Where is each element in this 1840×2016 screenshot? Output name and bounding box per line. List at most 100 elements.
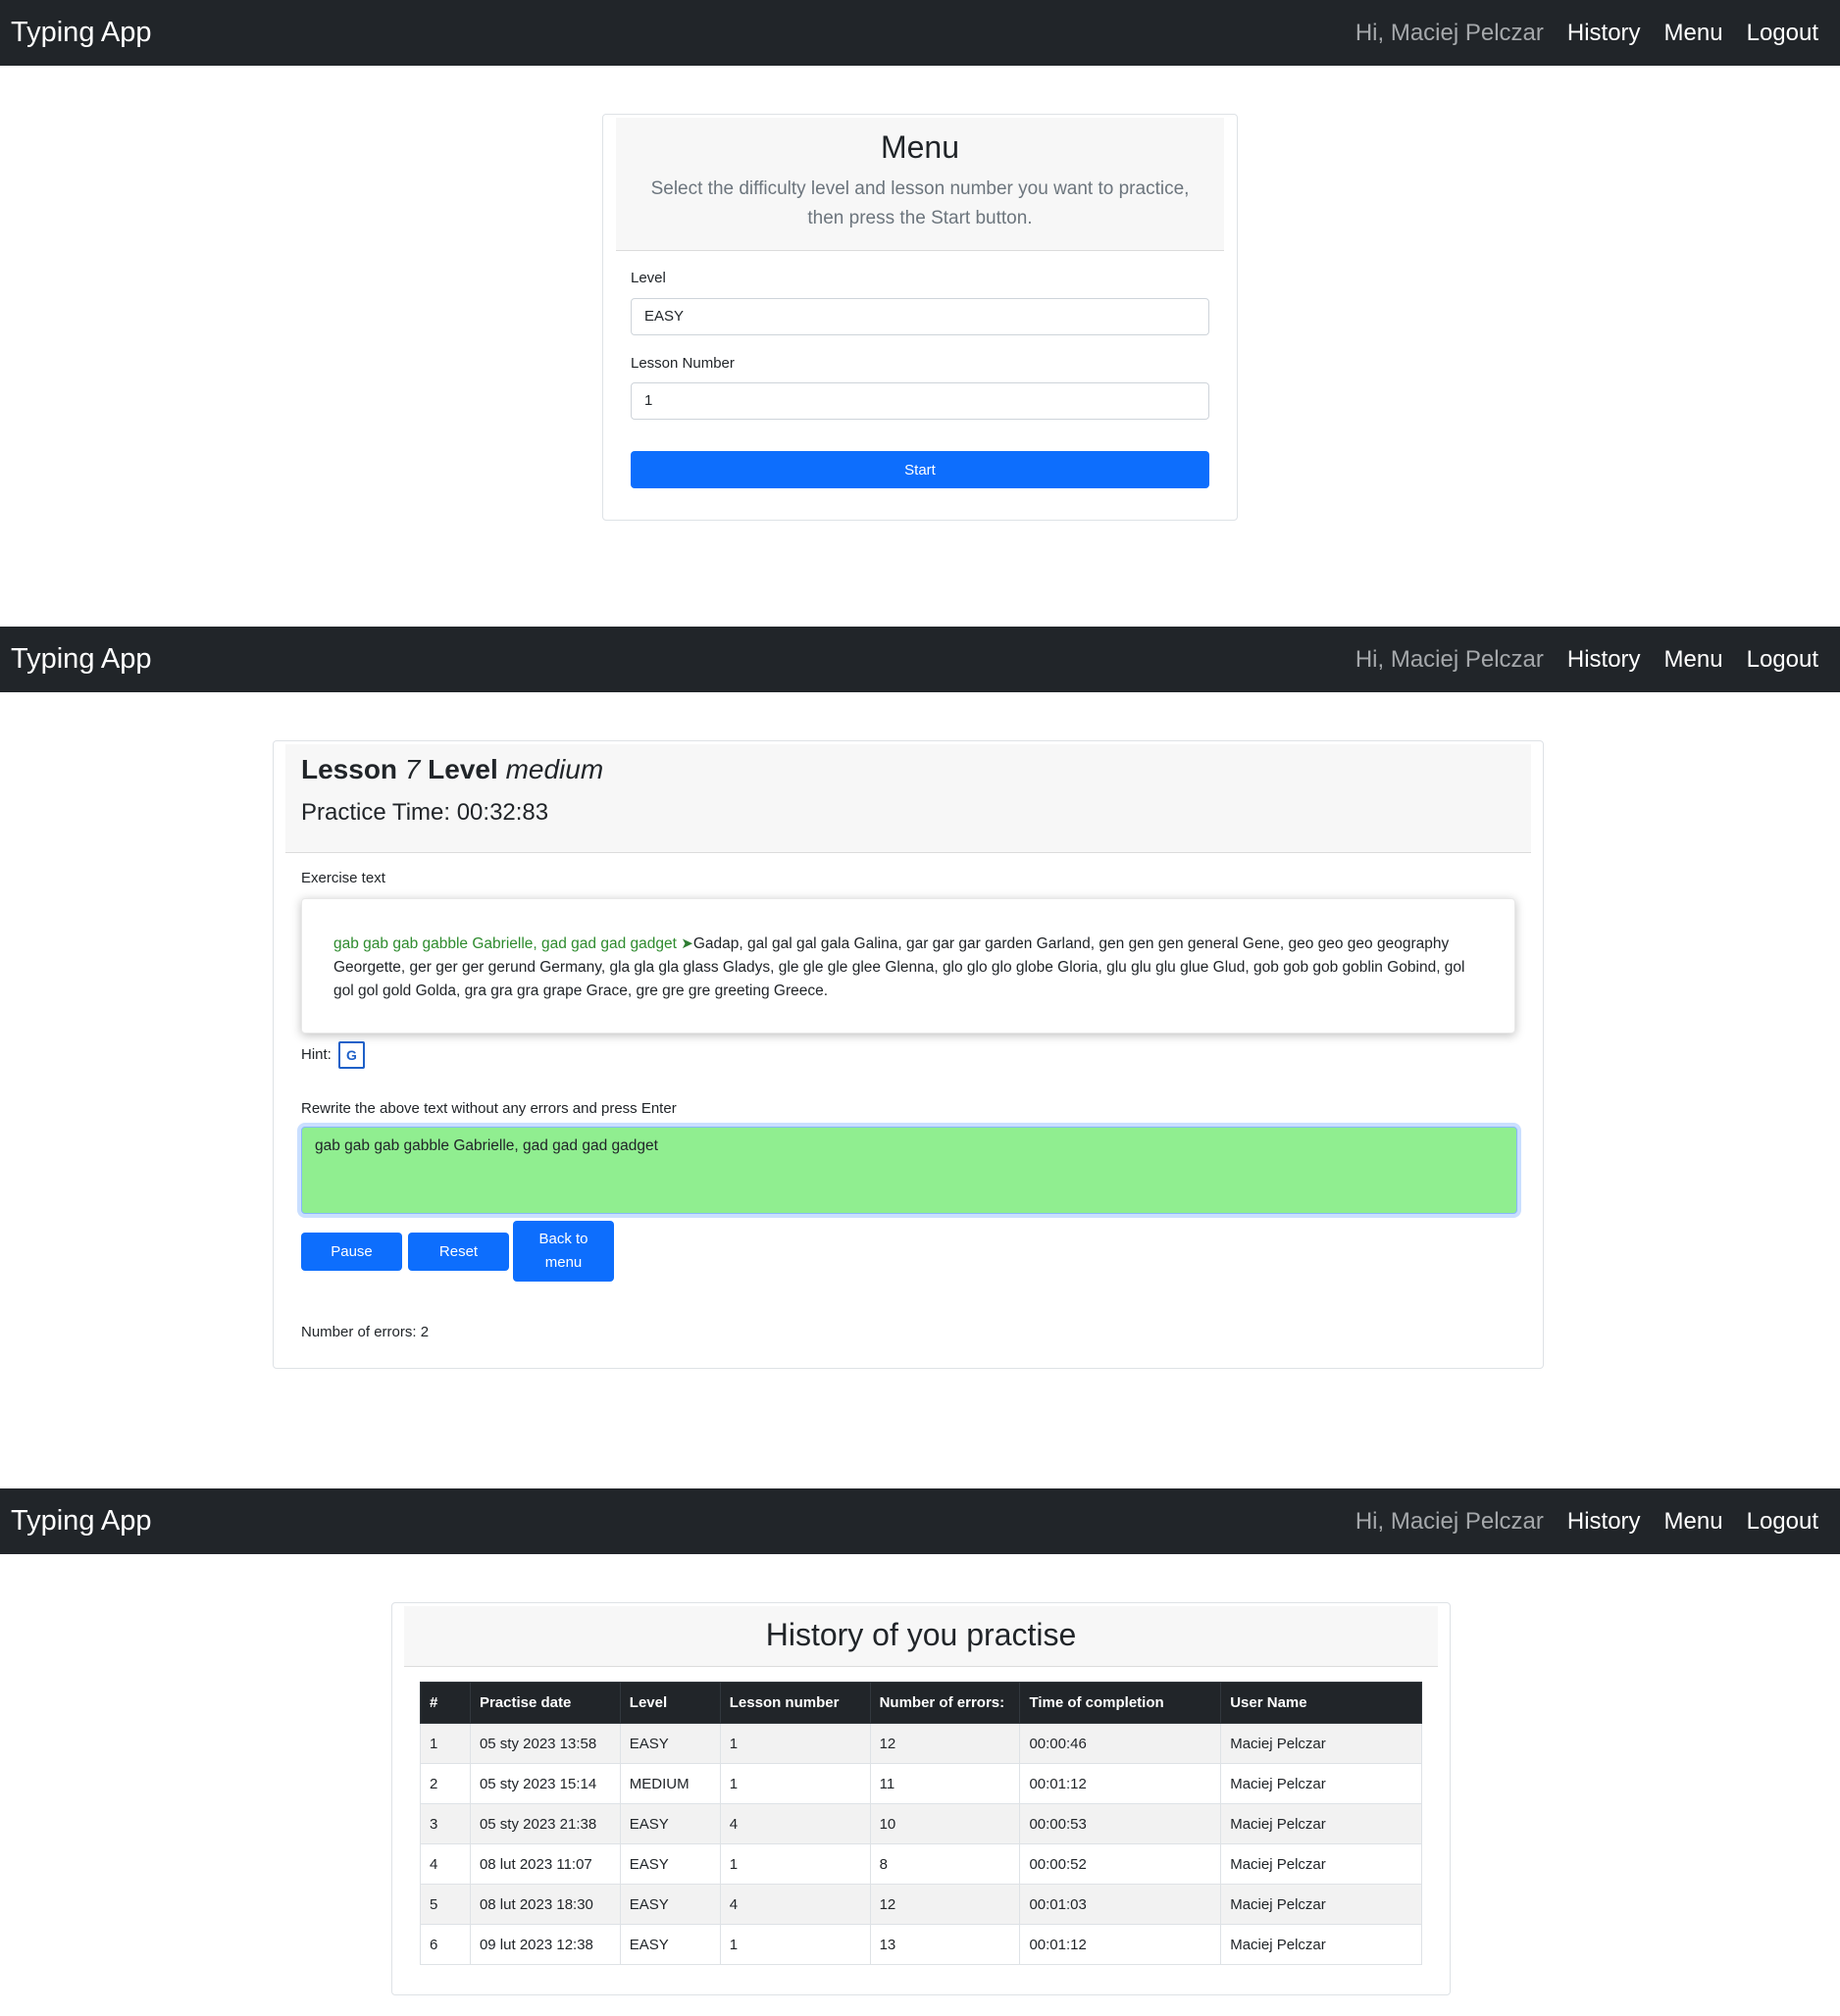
nav-greeting: Hi, Maciej Pelczar: [1354, 19, 1544, 46]
exercise-typed-text: gab gab gab gabble Gabrielle, gad gad ga…: [333, 935, 677, 952]
table-cell: 00:01:12: [1019, 1924, 1222, 1965]
table-cell: 1: [719, 1924, 871, 1965]
lesson-number: 7: [404, 754, 421, 784]
lesson-number-label: Lesson Number: [631, 355, 735, 372]
lesson-title-prefix: Lesson: [301, 754, 398, 784]
nav-link-logout[interactable]: Logout: [1747, 20, 1818, 47]
nav-right: Hi, Maciej Pelczar History Menu Logout: [1355, 1488, 1818, 1554]
menu-header: Menu Select the difficulty level and les…: [616, 118, 1224, 251]
column-header: Lesson number: [719, 1682, 871, 1724]
table-cell: 05 sty 2023 15:14: [469, 1763, 621, 1804]
table-row: 3 05 sty 2023 21:38 EASY 4 10 00:00:53 M…: [420, 1803, 1422, 1844]
table-cell: 5: [420, 1884, 471, 1925]
column-header: User Name: [1220, 1682, 1422, 1724]
history-card: History of you practise # Practise date …: [391, 1602, 1451, 1995]
cursor-arrow-icon: ➤: [681, 935, 693, 952]
brand[interactable]: Typing App: [11, 1488, 152, 1554]
table-cell: EASY: [619, 1723, 721, 1764]
hint-key: G: [338, 1041, 365, 1069]
table-cell: 00:01:12: [1019, 1763, 1222, 1804]
table-cell: 12: [869, 1723, 1021, 1764]
table-cell: Maciej Pelczar: [1220, 1843, 1422, 1885]
table-cell: 1: [420, 1723, 471, 1764]
table-cell: 08 lut 2023 11:07: [469, 1843, 621, 1885]
nav-link-history[interactable]: History: [1567, 646, 1641, 674]
table-cell: 1: [719, 1723, 871, 1764]
table-cell: 00:00:46: [1019, 1723, 1222, 1764]
table-cell: 10: [869, 1803, 1021, 1844]
nav-link-menu[interactable]: Menu: [1664, 1508, 1723, 1536]
reset-button[interactable]: Reset: [408, 1233, 509, 1271]
table-cell: 11: [869, 1763, 1021, 1804]
table-cell: MEDIUM: [619, 1763, 721, 1804]
menu-description: Select the difficulty level and lesson n…: [650, 178, 1190, 228]
table-row: 1 05 sty 2023 13:58 EASY 1 12 00:00:46 M…: [420, 1723, 1422, 1764]
table-cell: EASY: [619, 1924, 721, 1965]
table-cell: 1: [719, 1843, 871, 1885]
table-cell: 6: [420, 1924, 471, 1965]
table-cell: Maciej Pelczar: [1220, 1723, 1422, 1764]
table-cell: 4: [420, 1843, 471, 1885]
column-header: Level: [619, 1682, 721, 1724]
table-cell: 05 sty 2023 21:38: [469, 1803, 621, 1844]
pause-button[interactable]: Pause: [301, 1233, 402, 1271]
nav-greeting: Hi, Maciej Pelczar: [1354, 1507, 1544, 1535]
hint-label: Hint:: [301, 1046, 332, 1063]
history-header: History of you practise: [404, 1606, 1438, 1667]
exercise-text-box: gab gab gab gabble Gabrielle, gad gad ga…: [301, 898, 1515, 1033]
back-to-menu-button[interactable]: Back to menu: [513, 1221, 614, 1282]
table-cell: 1: [719, 1763, 871, 1804]
table-cell: EASY: [619, 1803, 721, 1844]
history-table: # Practise date Level Lesson number Numb…: [420, 1682, 1422, 1965]
nav-greeting: Hi, Maciej Pelczar: [1354, 645, 1544, 673]
table-cell: 09 lut 2023 12:38: [469, 1924, 621, 1965]
nav-link-history[interactable]: History: [1567, 1508, 1641, 1536]
typing-textarea[interactable]: gab gab gab gabble Gabrielle, gad gad ga…: [301, 1127, 1517, 1214]
navbar: Typing App Hi, Maciej Pelczar History Me…: [0, 1488, 1840, 1554]
brand[interactable]: Typing App: [11, 627, 152, 692]
table-cell: 08 lut 2023 18:30: [469, 1884, 621, 1925]
level-label: Level: [631, 270, 666, 286]
column-header: Time of completion: [1019, 1682, 1222, 1724]
navbar: Typing App Hi, Maciej Pelczar History Me…: [0, 0, 1840, 66]
table-cell: 13: [869, 1924, 1021, 1965]
table-cell: 00:00:52: [1019, 1843, 1222, 1885]
lesson-title: Lesson 7 Level medium: [301, 754, 603, 785]
table-cell: 12: [869, 1884, 1021, 1925]
nav-link-menu[interactable]: Menu: [1664, 20, 1723, 47]
lesson-level-word: Level: [428, 754, 498, 784]
rewrite-label: Rewrite the above text without any error…: [301, 1100, 677, 1117]
table-cell: EASY: [619, 1884, 721, 1925]
nav-right: Hi, Maciej Pelczar History Menu Logout: [1355, 0, 1818, 66]
nav-link-menu[interactable]: Menu: [1664, 646, 1723, 674]
table-cell: Maciej Pelczar: [1220, 1924, 1422, 1965]
nav-link-logout[interactable]: Logout: [1747, 646, 1818, 674]
column-header: #: [420, 1682, 471, 1724]
table-cell: Maciej Pelczar: [1220, 1763, 1422, 1804]
table-cell: 00:01:03: [1019, 1884, 1222, 1925]
table-cell: 3: [420, 1803, 471, 1844]
table-row: 2 05 sty 2023 15:14 MEDIUM 1 11 00:01:12…: [420, 1763, 1422, 1804]
practice-time: Practice Time: 00:32:83: [301, 799, 549, 826]
table-cell: EASY: [619, 1843, 721, 1885]
error-count: Number of errors: 2: [301, 1324, 430, 1340]
lesson-card: Lesson 7 Level medium Practice Time: 00:…: [273, 740, 1544, 1369]
nav-link-history[interactable]: History: [1567, 20, 1641, 47]
menu-card: Menu Select the difficulty level and les…: [602, 114, 1238, 521]
brand[interactable]: Typing App: [11, 0, 152, 66]
lesson-number-input[interactable]: 1: [631, 382, 1209, 420]
exercise-text-label: Exercise text: [301, 870, 385, 886]
level-select[interactable]: EASY: [631, 298, 1209, 335]
lesson-header: Lesson 7 Level medium Practice Time: 00:…: [285, 744, 1531, 853]
nav-link-logout[interactable]: Logout: [1747, 1508, 1818, 1536]
table-cell: 00:00:53: [1019, 1803, 1222, 1844]
lesson-level-value: medium: [505, 754, 604, 784]
table-cell: Maciej Pelczar: [1220, 1884, 1422, 1925]
table-row: 5 08 lut 2023 18:30 EASY 4 12 00:01:03 M…: [420, 1884, 1422, 1925]
table-header-row: # Practise date Level Lesson number Numb…: [420, 1682, 1422, 1724]
table-cell: 4: [719, 1803, 871, 1844]
history-title: History of you practise: [765, 1617, 1077, 1652]
nav-right: Hi, Maciej Pelczar History Menu Logout: [1355, 627, 1818, 692]
column-header: Number of errors:: [869, 1682, 1021, 1724]
start-button[interactable]: Start: [631, 451, 1209, 488]
